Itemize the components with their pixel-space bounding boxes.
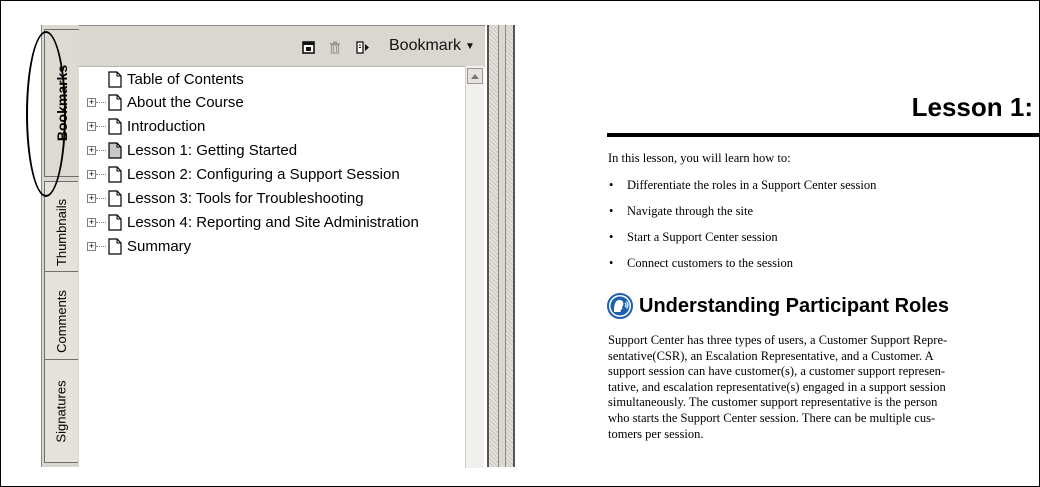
navigation-tab-strip: Bookmarks Thumbnails Comments Signatures bbox=[41, 25, 80, 467]
arrow-up-icon bbox=[471, 73, 479, 79]
bookmark-label: Table of Contents bbox=[127, 70, 244, 88]
bookmarks-pane: Bookmark ▼ Table of Contents + About the… bbox=[79, 25, 485, 468]
tab-thumbnails-label: Thumbnails bbox=[54, 198, 70, 266]
page-icon bbox=[108, 165, 122, 183]
bookmarks-toolbar: Bookmark ▼ bbox=[79, 26, 485, 67]
application-window: Bookmarks Thumbnails Comments Signatures bbox=[0, 0, 1040, 487]
tab-comments-label: Comments bbox=[54, 289, 70, 353]
body-paragraph: Support Center has three types of users,… bbox=[608, 333, 1039, 442]
bookmark-item[interactable]: + Lesson 2: Configuring a Support Sessio… bbox=[87, 163, 400, 185]
list-item: Differentiate the roles in a Support Cen… bbox=[608, 178, 876, 204]
paragraph-line: simultaneously. The customer support rep… bbox=[608, 395, 938, 410]
page-icon bbox=[108, 237, 122, 255]
title-rule bbox=[607, 133, 1039, 137]
expand-plus-icon[interactable]: + bbox=[87, 97, 96, 107]
bookmark-label: About the Course bbox=[127, 93, 244, 111]
expand-plus-icon[interactable]: + bbox=[87, 217, 96, 227]
pane-splitter[interactable] bbox=[487, 25, 515, 467]
page-icon bbox=[108, 117, 122, 135]
tab-thumbnails[interactable]: Thumbnails bbox=[44, 181, 78, 283]
bookmark-item[interactable]: Table of Contents bbox=[87, 68, 244, 90]
expand-plus-icon[interactable]: + bbox=[87, 169, 96, 179]
list-item: Start a Support Center session bbox=[608, 230, 876, 256]
section-heading: Understanding Participant Roles bbox=[607, 293, 949, 319]
new-bookmark-button[interactable] bbox=[299, 37, 317, 57]
document-page: Lesson 1: In this lesson, you will learn… bbox=[519, 25, 1039, 467]
expand-plus-icon[interactable]: + bbox=[87, 121, 96, 131]
page-icon-selected bbox=[108, 141, 122, 159]
bookmark-label: Lesson 1: Getting Started bbox=[127, 141, 298, 159]
list-item: Navigate through the site bbox=[608, 204, 876, 230]
section-title: Understanding Participant Roles bbox=[639, 294, 950, 317]
intro-text: In this lesson, you will learn how to: bbox=[608, 151, 791, 165]
bookmark-item[interactable]: + Lesson 3: Tools for Troubleshooting bbox=[87, 187, 364, 209]
expand-plus-icon[interactable]: + bbox=[87, 193, 96, 203]
expand-bookmark-icon bbox=[356, 40, 369, 54]
bookmark-label: Lesson 4: Reporting and Site Administrat… bbox=[127, 213, 419, 231]
bookmark-label: Lesson 2: Configuring a Support Session bbox=[127, 165, 400, 183]
trash-icon bbox=[330, 41, 340, 54]
lesson-title: Lesson 1: bbox=[911, 92, 1033, 122]
paragraph-line: Support Center has three types of users,… bbox=[608, 333, 948, 347]
bookmarks-scrollbar[interactable] bbox=[465, 66, 484, 468]
speaking-head-icon bbox=[607, 293, 633, 319]
new-bookmark-icon bbox=[301, 40, 315, 54]
bookmark-label: Lesson 3: Tools for Troubleshooting bbox=[127, 189, 364, 207]
bookmark-item[interactable]: + Lesson 4: Reporting and Site Administr… bbox=[87, 211, 419, 233]
page-icon bbox=[108, 70, 122, 88]
tab-signatures-label: Signatures bbox=[54, 379, 69, 443]
bookmark-label: Summary bbox=[127, 237, 192, 255]
bookmark-item[interactable]: + Introduction bbox=[87, 115, 205, 137]
objectives-list: Differentiate the roles in a Support Cen… bbox=[608, 178, 876, 282]
chevron-down-icon: ▼ bbox=[465, 40, 475, 52]
bookmark-item-selected[interactable]: + Lesson 1: Getting Started bbox=[87, 139, 297, 161]
list-item: Connect customers to the session bbox=[608, 256, 876, 282]
paragraph-line: who starts the Support Center session. T… bbox=[608, 410, 936, 425]
bookmark-item[interactable]: + Summary bbox=[87, 235, 191, 257]
tab-bookmarks-label: Bookmarks bbox=[54, 64, 71, 142]
paragraph-line: tative, and escalation representative(s)… bbox=[608, 379, 946, 394]
bookmark-menu-label: Bookmark bbox=[389, 37, 462, 54]
delete-bookmark-button[interactable] bbox=[326, 37, 344, 57]
page-icon bbox=[108, 189, 122, 207]
tab-bookmarks[interactable]: Bookmarks bbox=[44, 29, 80, 177]
page-icon bbox=[108, 93, 122, 111]
scroll-up-button[interactable] bbox=[467, 68, 483, 84]
expand-plus-icon[interactable]: + bbox=[87, 145, 96, 155]
paragraph-line: sentative(CSR), an Escalation Representa… bbox=[608, 348, 934, 363]
expand-bookmark-button[interactable] bbox=[354, 37, 372, 57]
tab-signatures[interactable]: Signatures bbox=[44, 359, 78, 463]
bookmark-item[interactable]: + About the Course bbox=[87, 91, 244, 113]
paragraph-line: support session can have customer(s), a … bbox=[608, 364, 946, 379]
page-icon bbox=[108, 213, 122, 231]
paragraph-line: tomers per session. bbox=[608, 426, 704, 441]
expand-plus-icon[interactable]: + bbox=[87, 241, 96, 251]
tab-comments[interactable]: Comments bbox=[44, 271, 78, 371]
bookmark-options-menu[interactable]: Bookmark ▼ bbox=[389, 35, 475, 57]
bookmark-label: Introduction bbox=[127, 117, 206, 135]
